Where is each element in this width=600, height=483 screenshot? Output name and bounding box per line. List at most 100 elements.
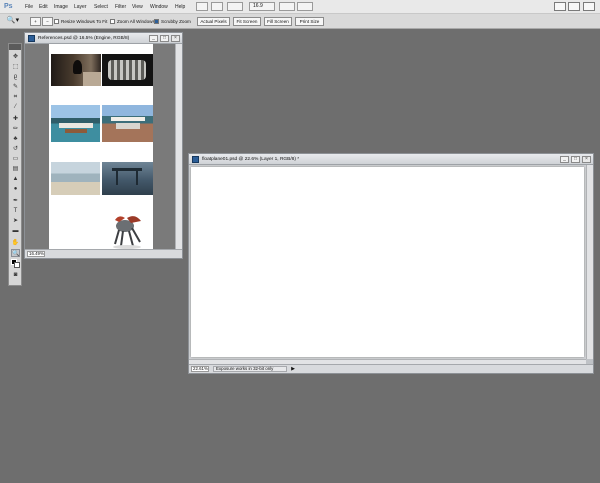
screen-mode-dropdown[interactable] [297, 2, 313, 11]
checkbox-icon [54, 19, 59, 24]
menu-window[interactable]: Window [150, 3, 168, 11]
clone-stamp-tool-icon[interactable]: ♣ [11, 135, 20, 143]
quick-select-tool-icon[interactable]: ✎ [11, 83, 20, 91]
zoom-tool-icon[interactable]: 🔍 [11, 249, 20, 257]
tools-panel-header[interactable] [9, 44, 21, 50]
checkbox-checked-icon [154, 19, 159, 24]
references-zoom-field[interactable]: 16.49% [27, 251, 45, 257]
dock [65, 129, 87, 133]
arrange-documents-dropdown[interactable] [279, 2, 295, 11]
reference-photo-pier [102, 162, 153, 195]
reference-photo-workshop [51, 54, 101, 86]
gradient-tool-icon[interactable]: ▤ [11, 165, 20, 173]
color-swatches-icon[interactable] [11, 259, 20, 268]
close-icon[interactable]: × [582, 156, 591, 163]
references-title-bar[interactable]: References.psd @ 16.5% (Engine, RGB/8) _… [25, 33, 182, 44]
menu-filter[interactable]: Filter [115, 3, 126, 11]
zoom-in-icon[interactable]: + [30, 17, 41, 26]
reference-photo-coast [51, 162, 100, 195]
document-icon [192, 156, 199, 163]
menu-bar: Ps File Edit Image Layer Select Filter V… [0, 0, 600, 14]
reference-photo-floatplane-dock [51, 105, 100, 142]
quick-mask-icon[interactable]: ◙ [11, 271, 20, 279]
reference-photo-engine [102, 54, 153, 86]
plane-wing [111, 117, 145, 121]
floatplane-canvas-area[interactable] [189, 165, 586, 359]
minimize-app-button[interactable] [554, 2, 566, 11]
floatplane-vertical-scrollbar[interactable] [586, 165, 593, 359]
menu-help[interactable]: Help [175, 3, 185, 11]
marquee-tool-icon[interactable]: ⬚ [11, 63, 20, 71]
references-canvas-area[interactable] [25, 44, 176, 250]
resize-windows-checkbox[interactable]: Resize Windows To Fit [54, 18, 107, 25]
pen-tool-icon[interactable]: ✒ [11, 197, 20, 205]
references-status-bar: 16.49% [25, 249, 182, 258]
zoom-all-windows-checkbox[interactable]: Zoom All Windows [110, 18, 155, 25]
maximize-icon[interactable]: □ [160, 35, 169, 42]
brush-tool-icon[interactable]: ✏ [11, 125, 20, 133]
lasso-tool-icon[interactable]: ϱ [11, 73, 20, 81]
hand-tool-icon[interactable]: ✋ [11, 239, 20, 247]
crop-tool-icon[interactable]: ⌗ [11, 93, 20, 101]
fill-screen-button[interactable]: Fill Screen [264, 17, 292, 26]
pier-leg [116, 171, 118, 185]
scrubby-zoom-checkbox[interactable]: Scrubby Zoom [154, 18, 191, 25]
floatplane-canvas[interactable] [191, 167, 584, 357]
zoom-out-icon[interactable]: − [42, 17, 53, 26]
menu-view[interactable]: View [132, 3, 143, 11]
fit-screen-button[interactable]: Fit Screen [233, 17, 261, 26]
document-icon [28, 35, 35, 42]
menu-layer[interactable]: Layer [74, 3, 87, 11]
eraser-tool-icon[interactable]: ▭ [11, 155, 20, 163]
checkbox-icon [110, 19, 115, 24]
close-app-button[interactable] [583, 2, 595, 11]
floatplane-title: floatplane01.psd @ 22.6% (Layer 1, RGB/8… [202, 157, 300, 162]
zoom-tool-preset-icon[interactable]: 🔍▾ [3, 17, 23, 26]
references-canvas[interactable] [49, 44, 153, 250]
close-icon[interactable]: × [171, 35, 180, 42]
plane-wing [59, 123, 93, 128]
reference-photo-creature [107, 212, 149, 250]
actual-pixels-button[interactable]: Actual Pixels [197, 17, 230, 26]
history-brush-tool-icon[interactable]: ↺ [11, 145, 20, 153]
status-info-text: Exposure works in 32-bit only [213, 366, 287, 372]
pier-leg [136, 171, 138, 185]
zoom-level-dropdown[interactable]: 16.9 [249, 2, 275, 11]
floatplane-title-bar[interactable]: floatplane01.psd @ 22.6% (Layer 1, RGB/8… [189, 154, 593, 165]
view-extras-dropdown[interactable] [227, 2, 243, 11]
launch-bridge-button[interactable] [196, 2, 208, 11]
healing-brush-tool-icon[interactable]: ✚ [11, 115, 20, 123]
floatplane-document-window: floatplane01.psd @ 22.6% (Layer 1, RGB/8… [188, 153, 594, 374]
print-size-button[interactable]: Print Size [295, 17, 324, 26]
type-tool-icon[interactable]: T [11, 207, 20, 215]
reference-photo-floatplane-beach [102, 105, 153, 142]
floatplane-zoom-field[interactable]: 22.61% [191, 366, 209, 372]
maximize-icon[interactable]: □ [571, 156, 580, 163]
menu-select[interactable]: Select [94, 3, 108, 11]
dodge-tool-icon[interactable]: ● [11, 185, 20, 193]
plane-fuselage [116, 123, 140, 129]
references-vertical-scrollbar[interactable] [175, 44, 182, 250]
blur-tool-icon[interactable]: ▲ [11, 175, 20, 183]
engine-block [108, 60, 146, 80]
references-document-window: References.psd @ 16.5% (Engine, RGB/8) _… [24, 32, 183, 259]
background-color-swatch[interactable] [14, 262, 20, 268]
workbench-light [83, 72, 101, 86]
photoshop-logo: Ps [4, 3, 13, 10]
restore-app-button[interactable] [568, 2, 580, 11]
menu-image[interactable]: Image [54, 3, 68, 11]
minimize-icon[interactable]: _ [149, 35, 158, 42]
menu-file[interactable]: File [25, 3, 33, 11]
move-tool-icon[interactable]: ✥ [11, 53, 20, 61]
floatplane-status-bar: 22.61% Exposure works in 32-bit only ▶ [189, 364, 593, 373]
launch-minibridge-button[interactable] [211, 2, 223, 11]
path-select-tool-icon[interactable]: ➤ [11, 217, 20, 225]
options-bar: 🔍▾ + − Resize Windows To Fit Zoom All Wi… [0, 14, 600, 29]
minimize-icon[interactable]: _ [560, 156, 569, 163]
tools-panel: ✥ ⬚ ϱ ✎ ⌗ ⁄ ✚ ✏ ♣ ↺ ▭ ▤ ▲ ● ✒ T ➤ ▬ ✋ 🔍 … [8, 43, 22, 286]
shape-tool-icon[interactable]: ▬ [11, 227, 20, 235]
status-menu-arrow-icon[interactable]: ▶ [290, 366, 296, 372]
menu-edit[interactable]: Edit [39, 3, 48, 11]
creature-drawing [113, 216, 141, 249]
eyedropper-tool-icon[interactable]: ⁄ [11, 103, 20, 111]
